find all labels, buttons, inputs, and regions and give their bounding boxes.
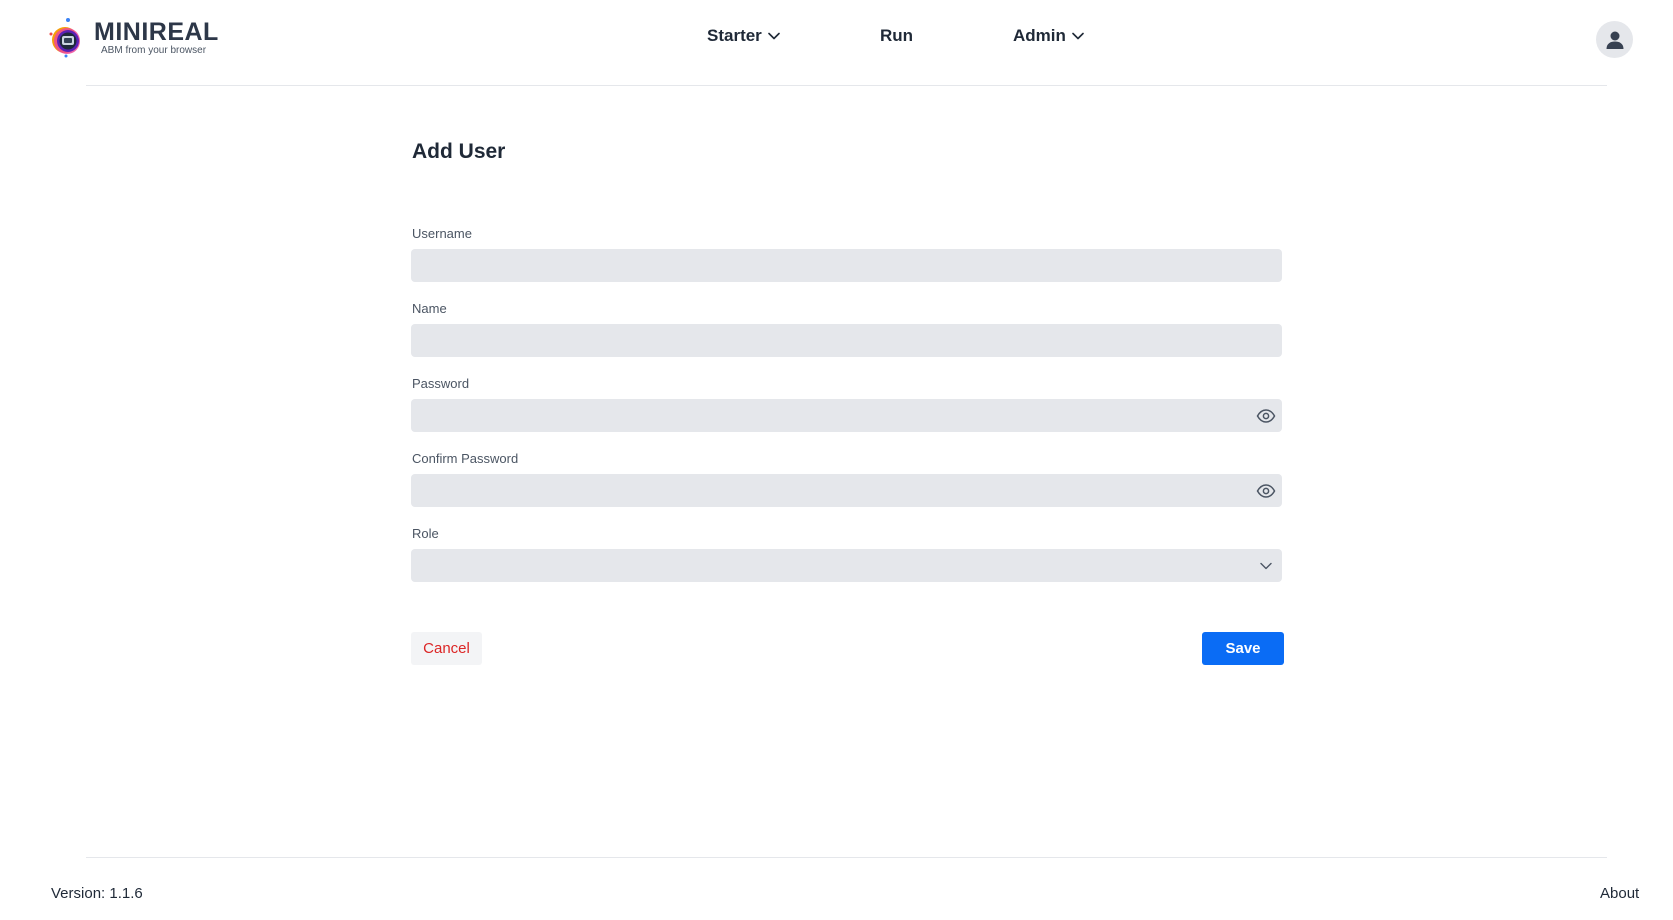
version-text: Version: 1.1.6 (51, 885, 143, 902)
header: MINIREAL ABM from your browser Starter R… (0, 0, 1673, 86)
eye-icon (1256, 484, 1276, 498)
password-input[interactable] (411, 399, 1282, 432)
role-select[interactable] (411, 549, 1282, 582)
footer-divider (86, 857, 1607, 858)
username-label: Username (412, 226, 472, 241)
main-nav: Starter Run Admin (0, 26, 1673, 50)
page: MINIREAL ABM from your browser Starter R… (0, 0, 1673, 920)
save-button[interactable]: Save (1202, 632, 1284, 665)
chevron-down-icon (1260, 562, 1272, 570)
password-visibility-toggle[interactable] (1256, 406, 1276, 426)
role-select-arrow (1256, 556, 1276, 576)
username-field-wrapper (411, 249, 1282, 282)
role-label: Role (412, 526, 439, 541)
confirm-password-field-wrapper (411, 474, 1282, 507)
nav-starter-label: Starter (707, 26, 762, 45)
cancel-button[interactable]: Cancel (411, 632, 482, 665)
username-input[interactable] (411, 249, 1282, 282)
nav-run-label: Run (880, 26, 914, 45)
chevron-down-icon (768, 32, 780, 40)
name-field-wrapper (411, 324, 1282, 357)
eye-icon (1256, 409, 1276, 423)
password-label: Password (412, 376, 470, 391)
user-icon (1606, 31, 1623, 49)
password-field-wrapper (411, 399, 1282, 432)
add-user-form: Add User Username Name Password Confirm … (411, 140, 1284, 665)
name-label: Name (412, 301, 447, 316)
name-input[interactable] (411, 324, 1282, 357)
nav-admin-label: Admin (1013, 26, 1066, 45)
header-divider (86, 85, 1607, 86)
page-title: Add User (412, 140, 506, 163)
about-link[interactable]: About (1600, 885, 1639, 902)
confirm-password-label: Confirm Password (412, 451, 519, 466)
chevron-down-icon (1072, 32, 1084, 40)
user-avatar-button[interactable] (1596, 21, 1633, 58)
nav-starter[interactable]: Starter (707, 26, 780, 46)
nav-admin[interactable]: Admin (1013, 26, 1084, 46)
confirm-password-input[interactable] (411, 474, 1282, 507)
confirm-password-visibility-toggle[interactable] (1256, 481, 1276, 501)
nav-run[interactable]: Run (880, 26, 913, 46)
